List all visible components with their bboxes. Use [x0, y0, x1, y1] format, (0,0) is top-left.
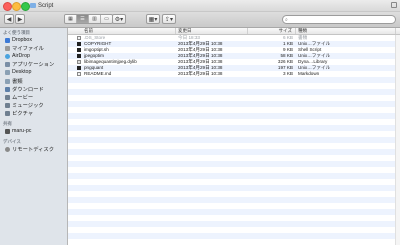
forward-button[interactable]: ▶	[15, 14, 25, 24]
executable-icon	[77, 48, 81, 52]
arrange-button[interactable]: ▦▾	[146, 14, 160, 24]
list-view-button[interactable]: ☰	[77, 15, 89, 23]
view-mode-control: ▦ ☰ ▥ ▭	[64, 14, 113, 24]
sidebar-item-label: maru-pc	[12, 128, 32, 134]
sidebar-item-movies[interactable]: ムービー	[5, 93, 65, 101]
search-icon: ⌕	[285, 17, 288, 23]
column-header-kind[interactable]: 種類	[296, 28, 396, 34]
empty-row	[68, 113, 400, 119]
column-header-row: 名前 変更日 サイズ 種類	[68, 28, 400, 35]
all-files-icon	[5, 45, 10, 51]
window-title: Script	[30, 1, 53, 10]
column-view-button[interactable]: ▥	[89, 15, 101, 23]
fullscreen-button[interactable]	[391, 2, 397, 8]
file-list: 名前 変更日 サイズ 種類 .DS_Store 今日 18:33 6 KB 書類…	[68, 28, 400, 245]
search-field[interactable]: ⌕	[282, 15, 396, 24]
sidebar-item-downloads[interactable]: ダウンロード	[5, 85, 65, 93]
icon-view-button[interactable]: ▦	[65, 15, 77, 23]
window-title-text: Script	[38, 2, 54, 9]
sidebar-item-label: リモートディスク	[12, 147, 55, 153]
minimize-window-button[interactable]	[12, 2, 21, 11]
gear-icon: ⚙▾	[114, 16, 124, 23]
sidebar-item-label: ムービー	[12, 95, 34, 101]
sidebar-item-music[interactable]: ミュージック	[5, 101, 65, 109]
sidebar-item-airdrop[interactable]: AirDrop	[5, 52, 65, 60]
sidebar-item-label: ミュージック	[12, 103, 44, 109]
back-arrow-icon: ◀	[6, 16, 12, 23]
toolbar: ◀ ▶ ▦ ☰ ▥ ▭ ⚙▾ ▦▾ ⇪▾ ⌕	[0, 12, 400, 28]
sidebar-item-label: Dropbox	[12, 37, 33, 43]
computer-icon	[5, 128, 10, 134]
column-header-modified[interactable]: 変更日	[176, 28, 248, 34]
empty-row	[68, 89, 400, 95]
sidebar-item-label: 書類	[12, 79, 23, 85]
sidebar-item-maru-pc[interactable]: maru-pc	[5, 127, 65, 135]
title-bar: Script	[0, 0, 400, 12]
empty-row	[68, 137, 400, 143]
applications-icon	[5, 61, 10, 67]
action-menu-button[interactable]: ⚙▾	[112, 14, 126, 24]
sidebar-item-pictures[interactable]: ピクチャ	[5, 109, 65, 117]
empty-row	[68, 233, 400, 239]
sidebar-item-label: アプリケーション	[12, 62, 55, 68]
sidebar-item-label: ダウンロード	[12, 87, 44, 93]
sidebar-item-label: AirDrop	[12, 53, 30, 59]
forward-arrow-icon: ▶	[17, 16, 23, 23]
airdrop-icon	[5, 53, 10, 59]
empty-row	[68, 149, 400, 155]
close-window-button[interactable]	[3, 2, 12, 11]
coverflow-view-button[interactable]: ▭	[101, 15, 112, 23]
documents-icon	[5, 78, 10, 84]
desktop-icon	[5, 69, 10, 75]
empty-row	[68, 197, 400, 203]
document-icon	[77, 72, 81, 76]
library-icon	[77, 60, 81, 64]
search-input[interactable]	[290, 16, 390, 23]
finder-window: Script ◀ ▶ ▦ ☰ ▥ ▭ ⚙▾ ▦▾ ⇪▾ ⌕ よく使う項目 Dro…	[0, 0, 400, 245]
disc-icon	[5, 146, 10, 152]
back-button[interactable]: ◀	[4, 14, 14, 24]
share-button[interactable]: ⇪▾	[162, 14, 176, 24]
vertical-scrollbar[interactable]	[395, 35, 400, 245]
empty-row	[68, 221, 400, 227]
downloads-icon	[5, 86, 10, 92]
movies-icon	[5, 94, 10, 100]
folder-icon	[30, 3, 36, 8]
empty-row	[68, 125, 400, 131]
music-icon	[5, 102, 10, 108]
empty-row	[68, 209, 400, 215]
dropbox-icon	[5, 37, 10, 43]
sidebar-item-label: Desktop	[12, 69, 32, 75]
sidebar-item-label: マイファイル	[12, 46, 44, 52]
pictures-icon	[5, 110, 10, 116]
column-header-size[interactable]: サイズ	[248, 28, 296, 34]
arrange-icon: ▦▾	[148, 16, 158, 23]
column-header-name[interactable]: 名前	[68, 28, 176, 34]
empty-row	[68, 101, 400, 107]
empty-row	[68, 161, 400, 167]
sidebar-item-all-files[interactable]: マイファイル	[5, 44, 65, 52]
empty-row	[68, 185, 400, 191]
executable-icon	[77, 54, 81, 58]
sidebar-item-applications[interactable]: アプリケーション	[5, 60, 65, 68]
executable-icon	[77, 42, 81, 46]
empty-row	[68, 77, 400, 83]
document-icon	[77, 36, 81, 40]
executable-icon	[77, 66, 81, 70]
sidebar-item-label: ピクチャ	[12, 111, 34, 117]
share-icon: ⇪▾	[164, 16, 174, 23]
empty-row	[68, 173, 400, 179]
sidebar-item-remote-disc[interactable]: リモートディスク	[5, 145, 65, 153]
sidebar-item-dropbox[interactable]: Dropbox	[5, 36, 65, 44]
sidebar-item-documents[interactable]: 書類	[5, 77, 65, 85]
zoom-window-button[interactable]	[21, 2, 30, 11]
sidebar: よく使う項目 Dropbox マイファイル AirDrop アプリケーション D…	[0, 28, 68, 245]
sidebar-item-desktop[interactable]: Desktop	[5, 68, 65, 76]
